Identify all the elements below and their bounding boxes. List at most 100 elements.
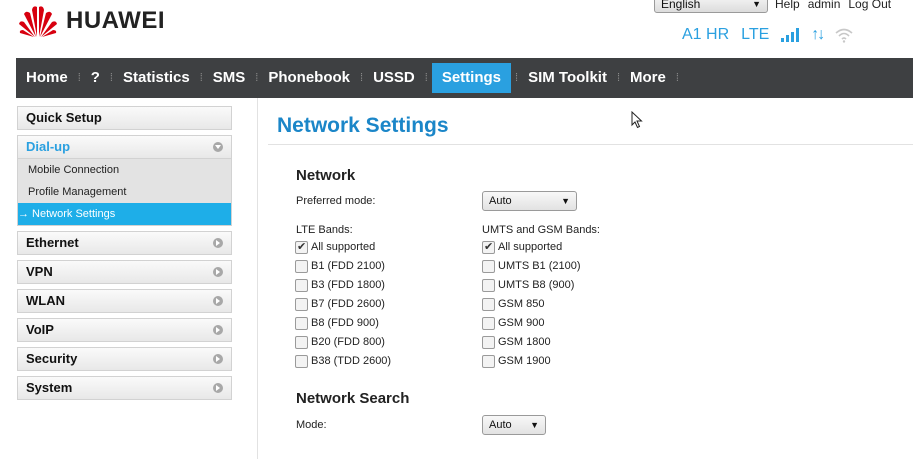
- huawei-petals-icon: [19, 6, 57, 37]
- search-mode-select[interactable]: Auto ▼: [482, 415, 546, 435]
- nav-separator: ⁞: [675, 72, 679, 84]
- sidebar-item-label: Quick Setup: [26, 110, 102, 125]
- checkbox-checked-icon: [295, 240, 308, 254]
- umts-band-checkbox[interactable]: UMTS B8 (900): [482, 278, 574, 292]
- expand-icon: [213, 354, 223, 364]
- checkbox-label: B38 (TDD 2600): [311, 355, 392, 367]
- language-value: English: [661, 0, 701, 11]
- main-nav: Home ⁞ ? ⁞ Statistics ⁞ SMS ⁞ Phonebook …: [16, 58, 913, 98]
- lte-band-checkbox[interactable]: B38 (TDD 2600): [295, 354, 391, 368]
- dial-up-submenu: Mobile Connection Profile Management → N…: [17, 159, 232, 226]
- title-divider: [268, 144, 913, 145]
- sidebar-item-label: Security: [26, 351, 78, 366]
- checkbox-icon: [295, 278, 308, 292]
- sidebar-item-label: Ethernet: [26, 235, 79, 250]
- chevron-down-icon: ▼: [561, 196, 570, 206]
- checkbox-icon: [482, 278, 495, 292]
- sidebar-item-system[interactable]: System: [17, 376, 232, 400]
- sidebar-item-ethernet[interactable]: Ethernet: [17, 231, 232, 255]
- status-bar: A1 HR LTE ↑↓: [682, 26, 853, 44]
- umts-band-checkbox[interactable]: UMTS B1 (2100): [482, 259, 581, 273]
- lte-band-checkbox[interactable]: B8 (FDD 900): [295, 316, 379, 330]
- sidebar-subitem-profile-management[interactable]: Profile Management: [18, 181, 231, 203]
- checkbox-label: B7 (FDD 2600): [311, 298, 385, 310]
- checkbox-label: All supported: [311, 241, 376, 253]
- checkbox-label: GSM 850: [498, 298, 545, 310]
- preferred-mode-label: Preferred mode:: [296, 195, 376, 207]
- expand-icon: [213, 325, 223, 335]
- checkbox-icon: [482, 354, 495, 368]
- sidebar-item-dial-up[interactable]: Dial-up: [17, 135, 232, 159]
- collapse-icon: [213, 142, 223, 152]
- nav-sms[interactable]: SMS: [203, 58, 256, 98]
- sidebar-item-vpn[interactable]: VPN: [17, 260, 232, 284]
- checkbox-label: GSM 1900: [498, 355, 551, 367]
- nav-statistics[interactable]: Statistics: [113, 58, 200, 98]
- gsm-band-checkbox[interactable]: GSM 900: [482, 316, 544, 330]
- sidebar-subitem-network-settings[interactable]: → Network Settings: [18, 203, 231, 225]
- admin-link[interactable]: admin: [808, 0, 841, 11]
- nav-ussd[interactable]: USSD: [363, 58, 425, 98]
- checkbox-icon: [295, 297, 308, 311]
- page-title: Network Settings: [277, 114, 449, 137]
- brand-name: HUAWEI: [66, 7, 165, 34]
- network-search-heading: Network Search: [296, 390, 410, 407]
- checkbox-label: GSM 900: [498, 317, 545, 329]
- umts-gsm-bands-label: UMTS and GSM Bands:: [482, 224, 600, 236]
- signal-strength-icon: [781, 28, 800, 42]
- expand-icon: [213, 267, 223, 277]
- expand-icon: [213, 383, 223, 393]
- sidebar-item-voip[interactable]: VoIP: [17, 318, 232, 342]
- search-mode-label: Mode:: [296, 419, 327, 431]
- lte-band-checkbox[interactable]: All supported: [295, 240, 375, 254]
- preferred-mode-select[interactable]: Auto ▼: [482, 191, 577, 211]
- sidebar-subitem-mobile-connection[interactable]: Mobile Connection: [18, 159, 231, 181]
- chevron-down-icon: ▼: [752, 0, 761, 9]
- checkbox-checked-icon: [482, 240, 495, 254]
- checkbox-icon: [295, 354, 308, 368]
- sidebar-item-quick-setup[interactable]: Quick Setup: [17, 106, 232, 130]
- sidebar-item-label: WLAN: [26, 293, 65, 308]
- data-transfer-icon: ↑↓: [811, 26, 825, 43]
- search-mode-value: Auto: [489, 419, 512, 431]
- checkbox-label: All supported: [498, 241, 563, 253]
- checkbox-label: B1 (FDD 2100): [311, 260, 385, 272]
- checkbox-icon: [482, 335, 495, 349]
- sidebar-item-security[interactable]: Security: [17, 347, 232, 371]
- gsm-band-checkbox[interactable]: GSM 1900: [482, 354, 551, 368]
- sidebar-item-wlan[interactable]: WLAN: [17, 289, 232, 313]
- expand-icon: [213, 238, 223, 248]
- checkbox-icon: [482, 316, 495, 330]
- sidebar: Quick Setup Dial-up Mobile Connection Pr…: [17, 106, 232, 405]
- operator-name: A1 HR: [682, 26, 730, 43]
- nav-more[interactable]: More: [620, 58, 676, 98]
- umts-band-checkbox[interactable]: All supported: [482, 240, 562, 254]
- nav-phonebook[interactable]: Phonebook: [258, 58, 360, 98]
- checkbox-label: B20 (FDD 800): [311, 336, 385, 348]
- huawei-logo[interactable]: HUAWEI: [18, 4, 165, 38]
- help-link[interactable]: Help: [775, 0, 800, 11]
- lte-band-checkbox[interactable]: B20 (FDD 800): [295, 335, 385, 349]
- lte-band-checkbox[interactable]: B3 (FDD 1800): [295, 278, 385, 292]
- network-type: LTE: [741, 26, 770, 43]
- checkbox-label: UMTS B8 (900): [498, 279, 575, 291]
- nav-help[interactable]: ?: [81, 58, 110, 98]
- checkbox-label: B3 (FDD 1800): [311, 279, 385, 291]
- top-links: Help admin Log Out: [775, 0, 891, 11]
- expand-icon: [213, 296, 223, 306]
- gsm-band-checkbox[interactable]: GSM 1800: [482, 335, 551, 349]
- content-divider: [257, 98, 258, 459]
- sidebar-item-label: VoIP: [26, 322, 54, 337]
- nav-home[interactable]: Home: [16, 58, 78, 98]
- sidebar-item-label: Dial-up: [26, 139, 71, 154]
- nav-sim-toolkit[interactable]: SIM Toolkit: [518, 58, 617, 98]
- nav-settings[interactable]: Settings: [431, 63, 511, 93]
- nav-separator: ⁞: [424, 72, 428, 84]
- wifi-icon: [835, 28, 853, 43]
- language-select[interactable]: English ▼: [654, 0, 768, 13]
- lte-band-checkbox[interactable]: B1 (FDD 2100): [295, 259, 385, 273]
- logout-link[interactable]: Log Out: [848, 0, 891, 11]
- header: HUAWEI English ▼ Help admin Log Out A1 H…: [0, 0, 920, 58]
- lte-band-checkbox[interactable]: B7 (FDD 2600): [295, 297, 385, 311]
- gsm-band-checkbox[interactable]: GSM 850: [482, 297, 544, 311]
